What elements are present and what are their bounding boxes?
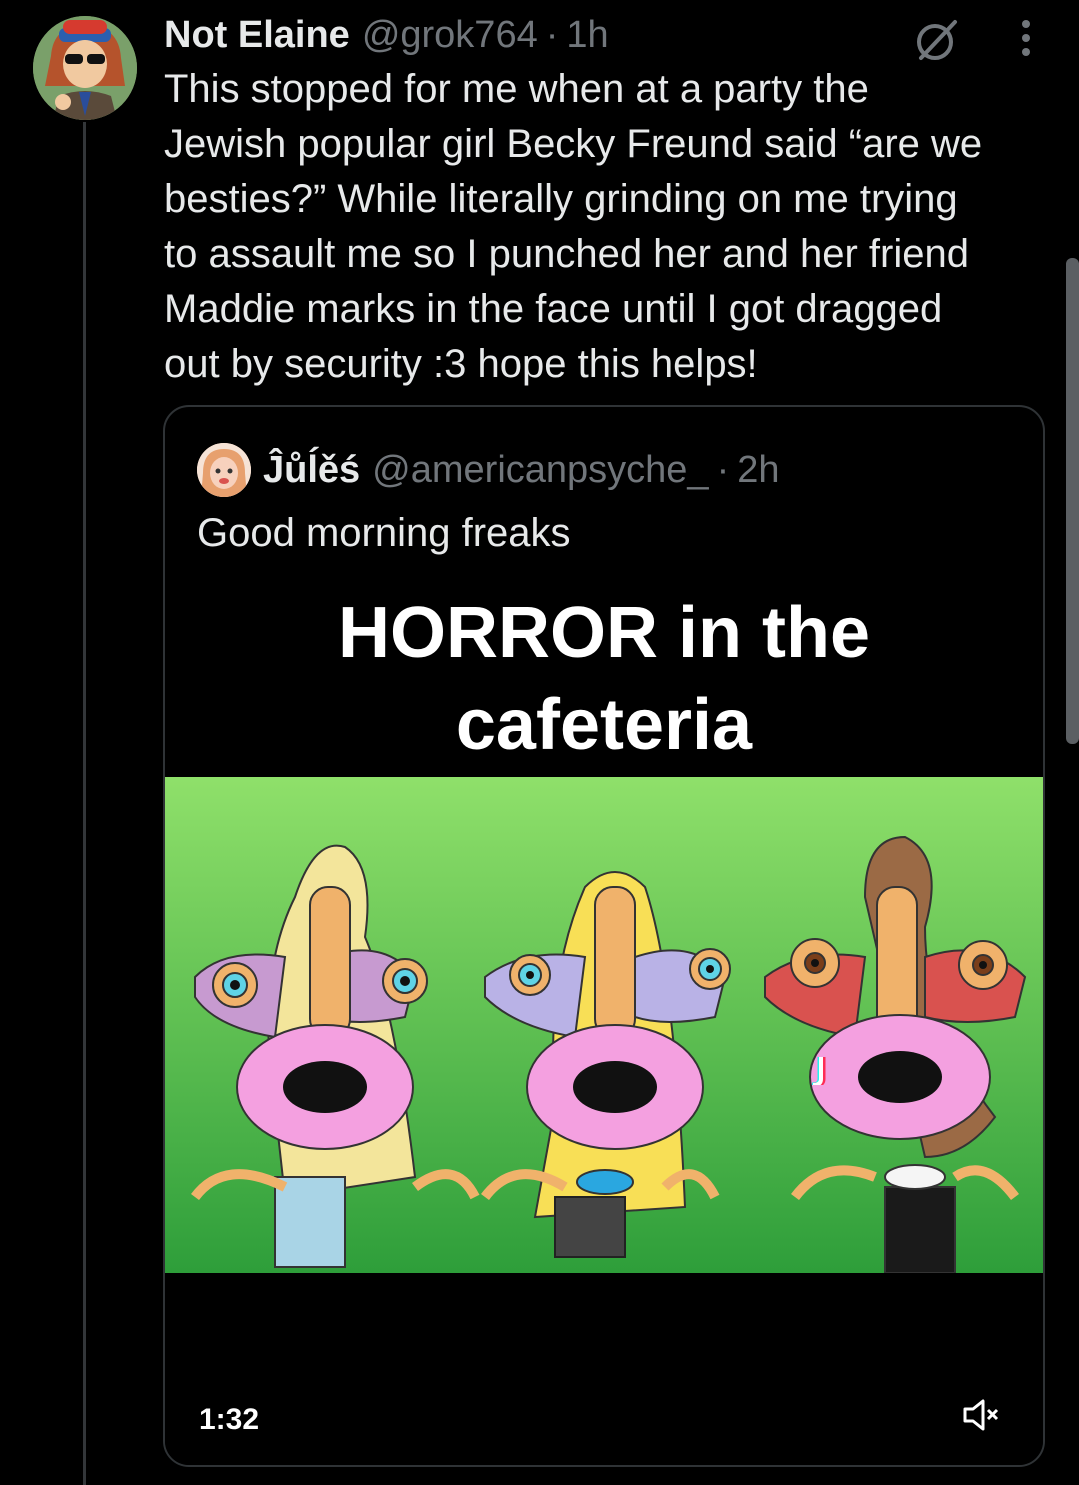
tiktok-icon: [790, 1055, 850, 1088]
quoted-tweet-header: Ĵůĺěś @americanpsyche_ · 2h: [263, 445, 780, 495]
more-icon[interactable]: [1008, 14, 1044, 64]
thread-line: [83, 122, 86, 1485]
video-caption-line1: HORROR in the: [338, 593, 870, 673]
video-caption: HORROR in the cafeteria: [165, 587, 1043, 771]
quoted-author-avatar[interactable]: [197, 443, 251, 497]
quoted-author-name[interactable]: Ĵůĺěś: [263, 449, 360, 492]
tweet-header: Not Elaine @grok764 · 1h: [164, 10, 609, 60]
scrollbar[interactable]: [1066, 258, 1079, 744]
tweet-time[interactable]: 1h: [566, 14, 608, 57]
quoted-tweet-text: Good morning freaks: [197, 511, 571, 555]
video-caption-line2: cafeteria: [455, 685, 753, 765]
video-frame: [165, 777, 1043, 1273]
quoted-avatar-illustration: [197, 443, 251, 497]
separator-dot: ·: [545, 13, 559, 56]
avatar-illustration: [33, 16, 137, 120]
tweet-text: This stopped for me when at a party the …: [164, 67, 983, 386]
author-avatar[interactable]: [33, 16, 137, 120]
author-handle[interactable]: @grok764: [362, 14, 538, 57]
mute-icon[interactable]: [961, 1395, 1001, 1435]
quoted-tweet[interactable]: Ĵůĺěś @americanpsyche_ · 2h Good morning…: [163, 405, 1045, 1467]
video-player[interactable]: HORROR in the cafeteria 1:32: [165, 577, 1043, 1465]
quoted-author-handle[interactable]: @americanpsyche_: [372, 449, 708, 492]
author-name[interactable]: Not Elaine: [164, 14, 350, 57]
quoted-separator-dot: ·: [716, 448, 730, 491]
grok-icon[interactable]: [913, 16, 961, 64]
quoted-tweet-time[interactable]: 2h: [737, 449, 779, 492]
video-duration: 1:32: [199, 1403, 260, 1436]
